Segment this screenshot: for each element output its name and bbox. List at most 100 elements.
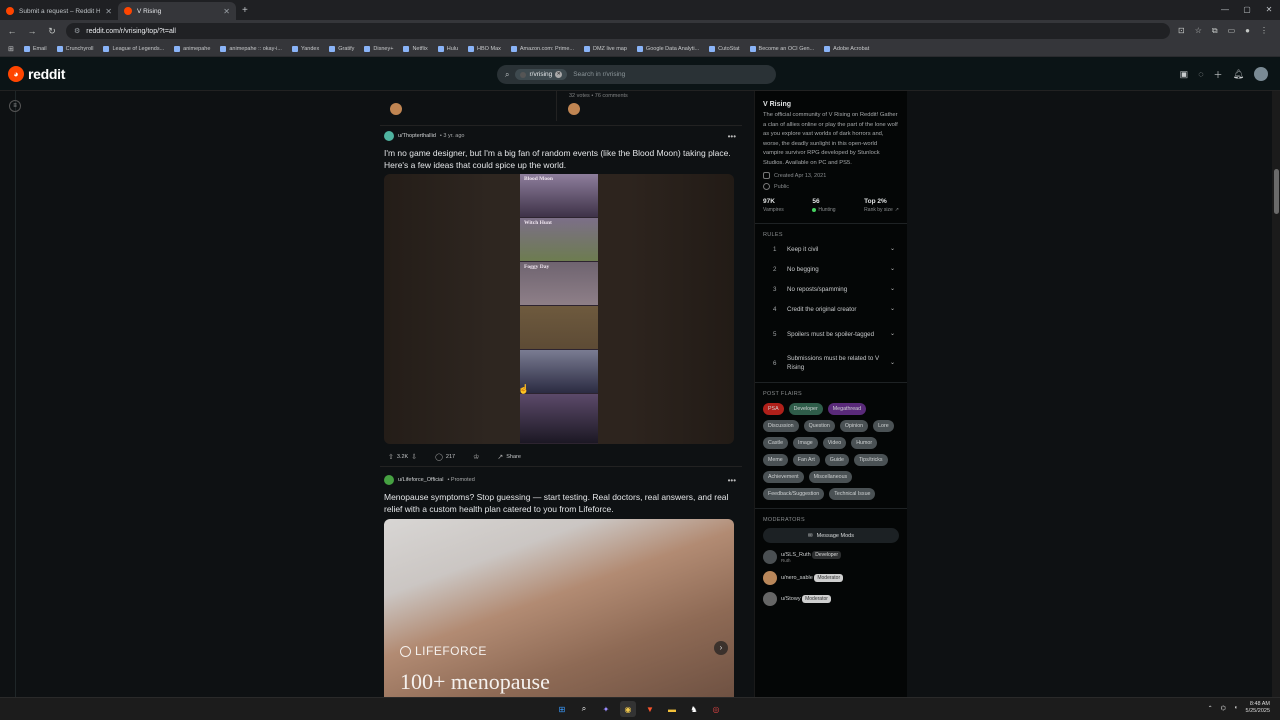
chevron-right-icon[interactable]: › xyxy=(714,641,728,655)
brave-icon[interactable]: ▼ xyxy=(642,701,658,717)
award-button[interactable]: ♔ xyxy=(469,451,483,463)
flair-chip[interactable]: Video xyxy=(822,437,847,449)
avatar[interactable] xyxy=(384,475,394,485)
comments-button[interactable]: ◯ 217 xyxy=(431,451,459,463)
expand-nav-icon[interactable]: ≡ xyxy=(9,100,21,112)
clock[interactable]: 8:48 AM 5/25/2025 xyxy=(1246,701,1270,715)
post-author[interactable]: u/Lifeforce_Official xyxy=(398,477,443,483)
bookmark-item[interactable]: Disney+ xyxy=(364,46,393,52)
menu-kebab-icon[interactable]: ⋮ xyxy=(1260,26,1268,36)
bookmark-item[interactable]: Adobe Acrobat xyxy=(824,46,869,52)
bookmark-item[interactable]: Become an OCI Gen... xyxy=(749,46,814,52)
copilot-icon[interactable]: ✦ xyxy=(598,701,614,717)
bookmark-item[interactable]: Gratify xyxy=(329,46,354,52)
flair-chip[interactable]: Achievement xyxy=(763,471,804,483)
post-title[interactable]: Menopause symptoms? Stop guessing — star… xyxy=(384,491,740,515)
profile-icon[interactable]: ● xyxy=(1245,26,1250,36)
flair-chip[interactable]: PSA xyxy=(763,403,784,415)
bookmark-item[interactable]: Crunchyroll xyxy=(56,46,93,52)
flair-chip[interactable]: Developer xyxy=(788,403,823,415)
tab-v-rising[interactable]: V Rising ✕ xyxy=(118,2,236,20)
file-explorer-icon[interactable]: ▬ xyxy=(664,701,680,717)
flair-chip[interactable]: Opinion xyxy=(839,420,869,432)
flair-chip[interactable]: Guide xyxy=(824,454,849,466)
maximize-icon[interactable]: ▢ xyxy=(1236,0,1258,20)
promoted-post-card[interactable]: u/Lifeforce_Official • Promoted ••• Meno… xyxy=(384,474,740,697)
flair-chip[interactable]: Lore xyxy=(873,420,894,432)
apps-grid-icon[interactable]: ⊞ xyxy=(8,45,14,53)
close-window-icon[interactable]: ✕ xyxy=(1258,0,1280,20)
forward-icon[interactable]: → xyxy=(26,26,38,36)
bookmark-item[interactable]: Amazon.com: Prime... xyxy=(510,46,574,52)
search-bar[interactable]: ⌕ r/vrising ✕ Search in r/vrising xyxy=(497,65,776,84)
chrome-icon[interactable]: ◉ xyxy=(620,701,636,717)
flair-chip[interactable]: Discussion xyxy=(763,420,799,432)
flair-chip[interactable]: Question xyxy=(803,420,835,432)
flair-chip[interactable]: Humor xyxy=(851,437,878,449)
post-image[interactable]: Blood Moon Witch Hunt Foggy Day ☝ xyxy=(384,174,734,444)
back-icon[interactable]: ← xyxy=(6,26,18,36)
flair-chip[interactable]: Meme xyxy=(763,454,788,466)
close-icon[interactable]: ✕ xyxy=(105,7,112,16)
close-icon[interactable]: ✕ xyxy=(223,7,230,16)
user-avatar[interactable] xyxy=(1254,67,1268,81)
search-input[interactable]: Search in r/vrising xyxy=(573,71,625,78)
bookmark-item[interactable]: Netflix xyxy=(403,46,428,52)
advertise-icon[interactable]: ▣ xyxy=(1180,69,1189,80)
flair-chip[interactable]: Image xyxy=(793,437,818,449)
new-tab-button[interactable]: + xyxy=(236,2,254,20)
rule-item[interactable]: 5 Spoilers must be spoiler-tagged ⌄ xyxy=(763,321,899,347)
reddit-logo[interactable]: ◕ reddit xyxy=(8,66,65,82)
flair-chip[interactable]: Technical Issue xyxy=(829,488,876,500)
bookmark-item[interactable]: animepahe :: okay-i... xyxy=(220,46,282,52)
bookmark-star-icon[interactable]: ☆ xyxy=(1195,26,1202,36)
ad-image[interactable]: LIFEFORCE 100+ menopause › xyxy=(384,519,734,697)
network-icon[interactable]: ⌬ xyxy=(1221,705,1226,712)
bookmark-item[interactable]: Google Data Analyti... xyxy=(636,46,699,52)
downvote-icon[interactable]: ⇩ xyxy=(411,453,417,461)
notifications-bell-icon[interactable]: 🔔︎ xyxy=(1233,69,1244,80)
sidepanel-icon[interactable]: ▭ xyxy=(1228,26,1236,36)
windows-start-icon[interactable]: ⊞ xyxy=(554,701,570,717)
bookmark-item[interactable]: animepahe xyxy=(174,46,210,52)
tab-submit-request[interactable]: Submit a request – Reddit Help ✕ xyxy=(0,2,118,20)
bookmark-item[interactable]: DMZ live map xyxy=(584,46,627,52)
bookmark-item[interactable]: HBO Max xyxy=(468,46,501,52)
game-app-icon[interactable]: ♞ xyxy=(686,701,702,717)
reload-icon[interactable]: ↻ xyxy=(46,26,58,37)
bookmark-item[interactable]: CutoStat xyxy=(709,46,740,52)
app-icon[interactable]: ◎ xyxy=(708,701,724,717)
more-options-icon[interactable]: ••• xyxy=(728,132,740,141)
bookmark-item[interactable]: Email xyxy=(23,46,47,52)
post-card[interactable]: u/Thopterthallid • 3 yr. ago ••• I'm no … xyxy=(384,130,740,464)
stat-rank[interactable]: Top 2% Rank by size ↗ xyxy=(864,198,899,213)
moderator-item[interactable]: u/Stowy Moderator xyxy=(763,592,899,606)
bookmark-item[interactable]: Yandex xyxy=(291,46,319,52)
more-options-icon[interactable]: ••• xyxy=(728,476,740,485)
share-button[interactable]: ↗ Share xyxy=(493,451,525,463)
avatar[interactable] xyxy=(384,131,394,141)
extensions-icon[interactable]: ⧉ xyxy=(1212,26,1218,36)
post-author[interactable]: u/Thopterthallid xyxy=(398,133,436,139)
search-icon[interactable]: ⌕ xyxy=(576,701,592,717)
rule-item[interactable]: 2 No begging ⌄ xyxy=(763,261,899,278)
moderator-item[interactable]: u/nero_sable Moderator xyxy=(763,571,899,585)
flair-chip[interactable]: Fan Art xyxy=(792,454,820,466)
clear-chip-icon[interactable]: ✕ xyxy=(555,71,563,78)
flair-chip[interactable]: Miscellaneous xyxy=(808,471,853,483)
create-post-icon[interactable]: ＋ xyxy=(1214,68,1223,81)
post-title[interactable]: I'm no game designer, but I'm a big fan … xyxy=(384,147,740,171)
chevron-up-icon[interactable]: ⌃ xyxy=(1208,705,1213,712)
subreddit-chip[interactable]: r/vrising ✕ xyxy=(515,69,568,80)
rule-item[interactable]: 3 No reposts/spamming ⌄ xyxy=(763,281,899,298)
bookmark-item[interactable]: Hulu xyxy=(437,46,458,52)
install-icon[interactable]: ⊡ xyxy=(1178,26,1185,36)
flair-chip[interactable]: Feedback/Suggestion xyxy=(763,488,825,500)
scrollbar[interactable] xyxy=(1272,91,1280,697)
message-mods-button[interactable]: ✉ Message Mods xyxy=(763,528,899,543)
minimize-icon[interactable]: — xyxy=(1214,0,1236,20)
flair-chip[interactable]: Tips/tricks xyxy=(853,454,888,466)
flair-chip[interactable]: Castle xyxy=(763,437,789,449)
flair-chip[interactable]: Megathread xyxy=(827,403,867,415)
moderator-item[interactable]: u/SLS_Ruth Developer Ruth xyxy=(763,550,899,564)
